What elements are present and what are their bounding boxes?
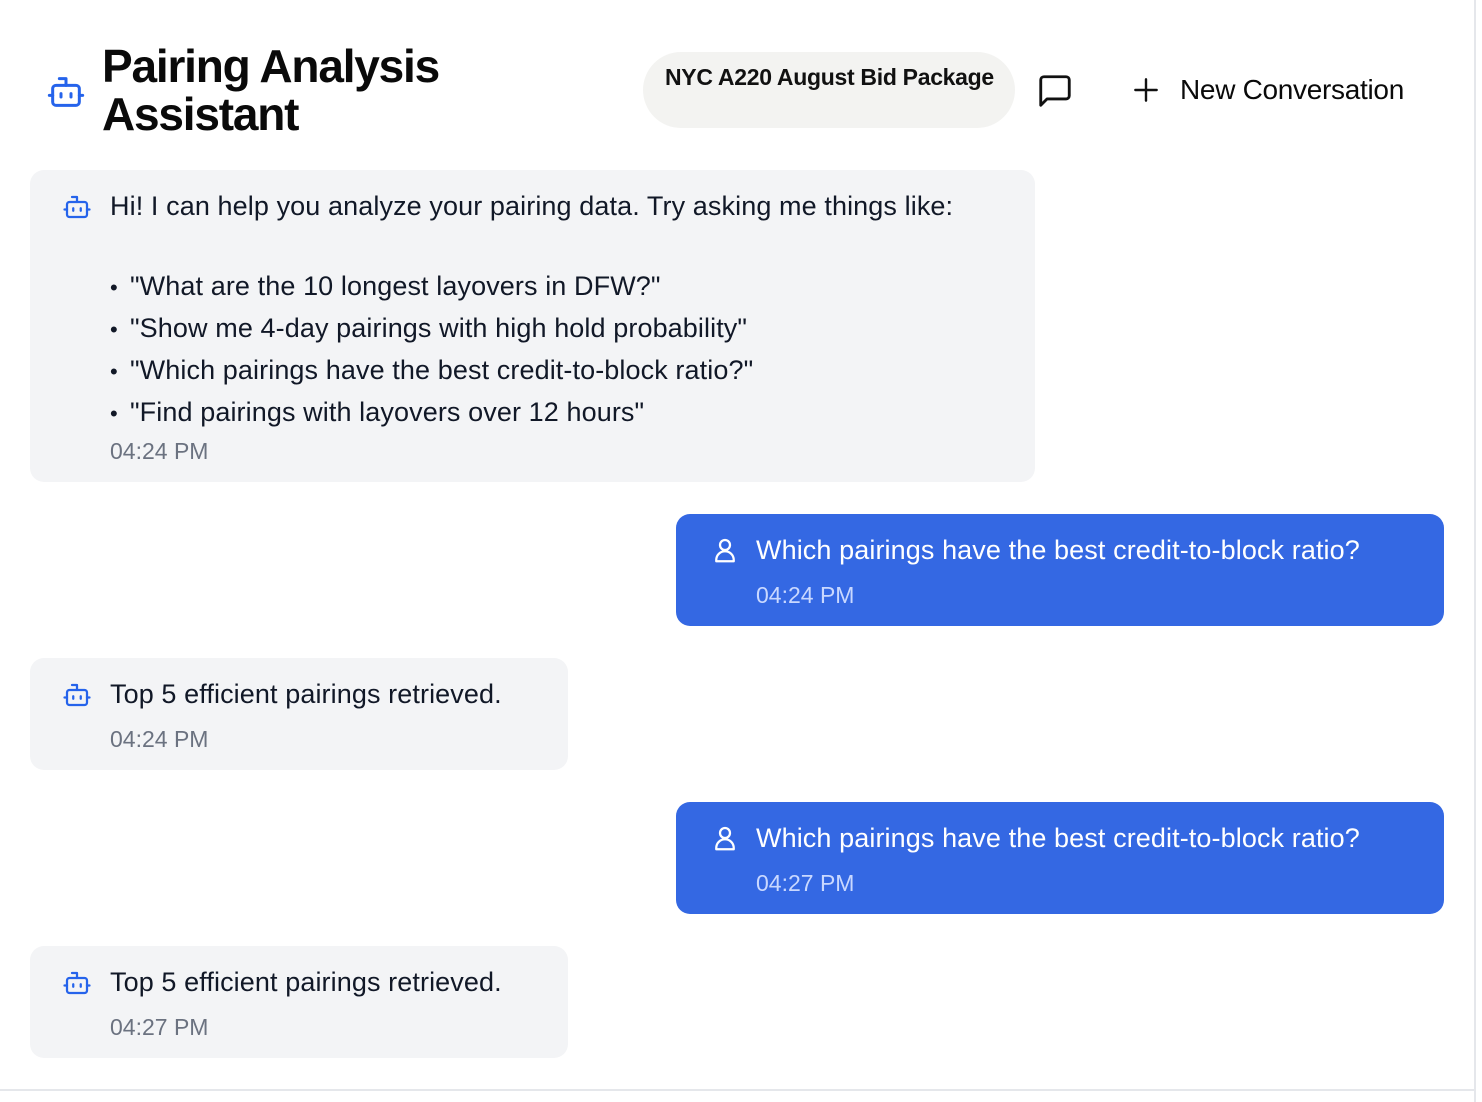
message-timestamp: 04:24 PM xyxy=(110,438,209,464)
page-title: Pairing Analysis Assistant xyxy=(102,40,440,140)
new-conversation-button[interactable]: New Conversation xyxy=(1130,68,1404,112)
bot-icon xyxy=(62,192,92,222)
chat-app: Pairing Analysis Assistant NYC A220 Augu… xyxy=(0,0,1482,1102)
user-message: Which pairings have the best credit-to-b… xyxy=(676,514,1444,626)
message-text: Which pairings have the best credit-to-b… xyxy=(756,823,1360,853)
message-text: Hi! I can help you analyze your pairing … xyxy=(110,191,954,221)
bot-icon xyxy=(62,968,92,998)
user-icon xyxy=(710,823,740,853)
bot-icon xyxy=(62,680,92,710)
plus-icon xyxy=(1130,74,1162,106)
assistant-message: Hi! I can help you analyze your pairing … xyxy=(30,170,1035,482)
new-conversation-label: New Conversation xyxy=(1180,74,1404,105)
example-list: • "What are the 10 longest layovers in DF… xyxy=(110,266,753,434)
assistant-message: Top 5 efficient pairings retrieved. 04:2… xyxy=(30,946,568,1058)
message-text: Top 5 efficient pairings retrieved. xyxy=(110,967,502,997)
bid-package-selector[interactable]: NYC A220 August Bid Package xyxy=(643,52,1015,128)
user-icon xyxy=(710,535,740,565)
scrollbar-track[interactable] xyxy=(1474,0,1476,1102)
message-timestamp: 04:24 PM xyxy=(110,726,209,752)
message-timestamp: 04:27 PM xyxy=(110,1014,209,1040)
list-item: • "Show me 4-day pairings with high hold … xyxy=(110,313,748,343)
message-timestamp: 04:27 PM xyxy=(756,870,855,896)
bot-icon xyxy=(46,72,86,112)
list-item: • "Which pairings have the best credit-to… xyxy=(110,355,754,385)
chat-bubble-icon[interactable] xyxy=(1036,72,1074,110)
message-text: Which pairings have the best credit-to-b… xyxy=(756,535,1360,565)
message-text: Top 5 efficient pairings retrieved. xyxy=(110,679,502,709)
message-timestamp: 04:24 PM xyxy=(756,582,855,608)
list-item: • "What are the 10 longest layovers in DF… xyxy=(110,271,661,301)
divider xyxy=(0,1089,1476,1091)
list-item: • "Find pairings with layovers over 12 ho… xyxy=(110,397,645,427)
user-message: Which pairings have the best credit-to-b… xyxy=(676,802,1444,914)
assistant-message: Top 5 efficient pairings retrieved. 04:2… xyxy=(30,658,568,770)
